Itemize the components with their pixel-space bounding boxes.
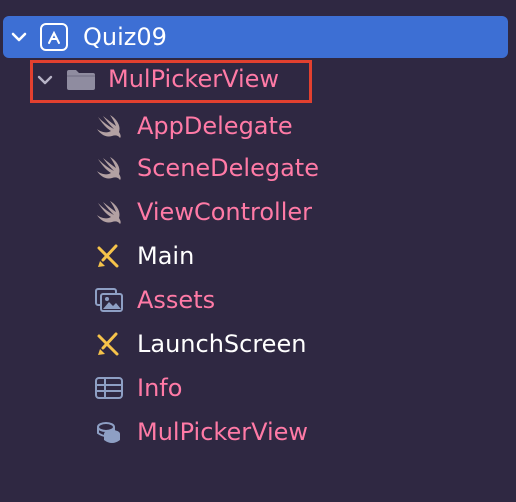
file-row-main[interactable]: Main (0, 236, 516, 276)
plist-icon (95, 377, 123, 399)
file-row-assets[interactable]: Assets (0, 280, 516, 320)
file-name: LaunchScreen (137, 330, 307, 358)
file-row-launchscreen[interactable]: LaunchScreen (0, 324, 516, 364)
file-name: Info (137, 374, 183, 402)
swift-icon (97, 157, 121, 180)
core-data-model-icon (97, 422, 120, 443)
file-row-viewcontroller[interactable]: ViewController (0, 192, 516, 232)
xcode-project-icon (40, 23, 68, 51)
file-name: Main (137, 242, 195, 270)
file-row-info[interactable]: Info (0, 368, 516, 408)
file-name: AppDelegate (137, 112, 293, 140)
file-row-scenedelegate[interactable]: SceneDelegate (0, 148, 516, 188)
storyboard-icon (97, 244, 119, 268)
project-row[interactable]: Quiz09 (3, 16, 508, 58)
file-name: Assets (137, 286, 216, 314)
project-name: Quiz09 (83, 23, 167, 51)
highlight-box (30, 60, 312, 103)
asset-catalog-icon (95, 288, 123, 312)
file-row-appdelegate[interactable]: AppDelegate (0, 106, 516, 146)
file-name: MulPickerView (137, 418, 309, 446)
file-name: ViewController (137, 198, 313, 226)
file-row-mulpickerview-model[interactable]: MulPickerView (0, 412, 516, 452)
file-name: SceneDelegate (137, 154, 319, 182)
chevron-down-icon[interactable] (10, 28, 28, 46)
storyboard-icon (97, 332, 119, 356)
swift-icon (97, 115, 121, 138)
project-navigator: Quiz09 MulPickerView AppDelegate SceneDe… (0, 0, 516, 502)
swift-icon (97, 201, 121, 224)
